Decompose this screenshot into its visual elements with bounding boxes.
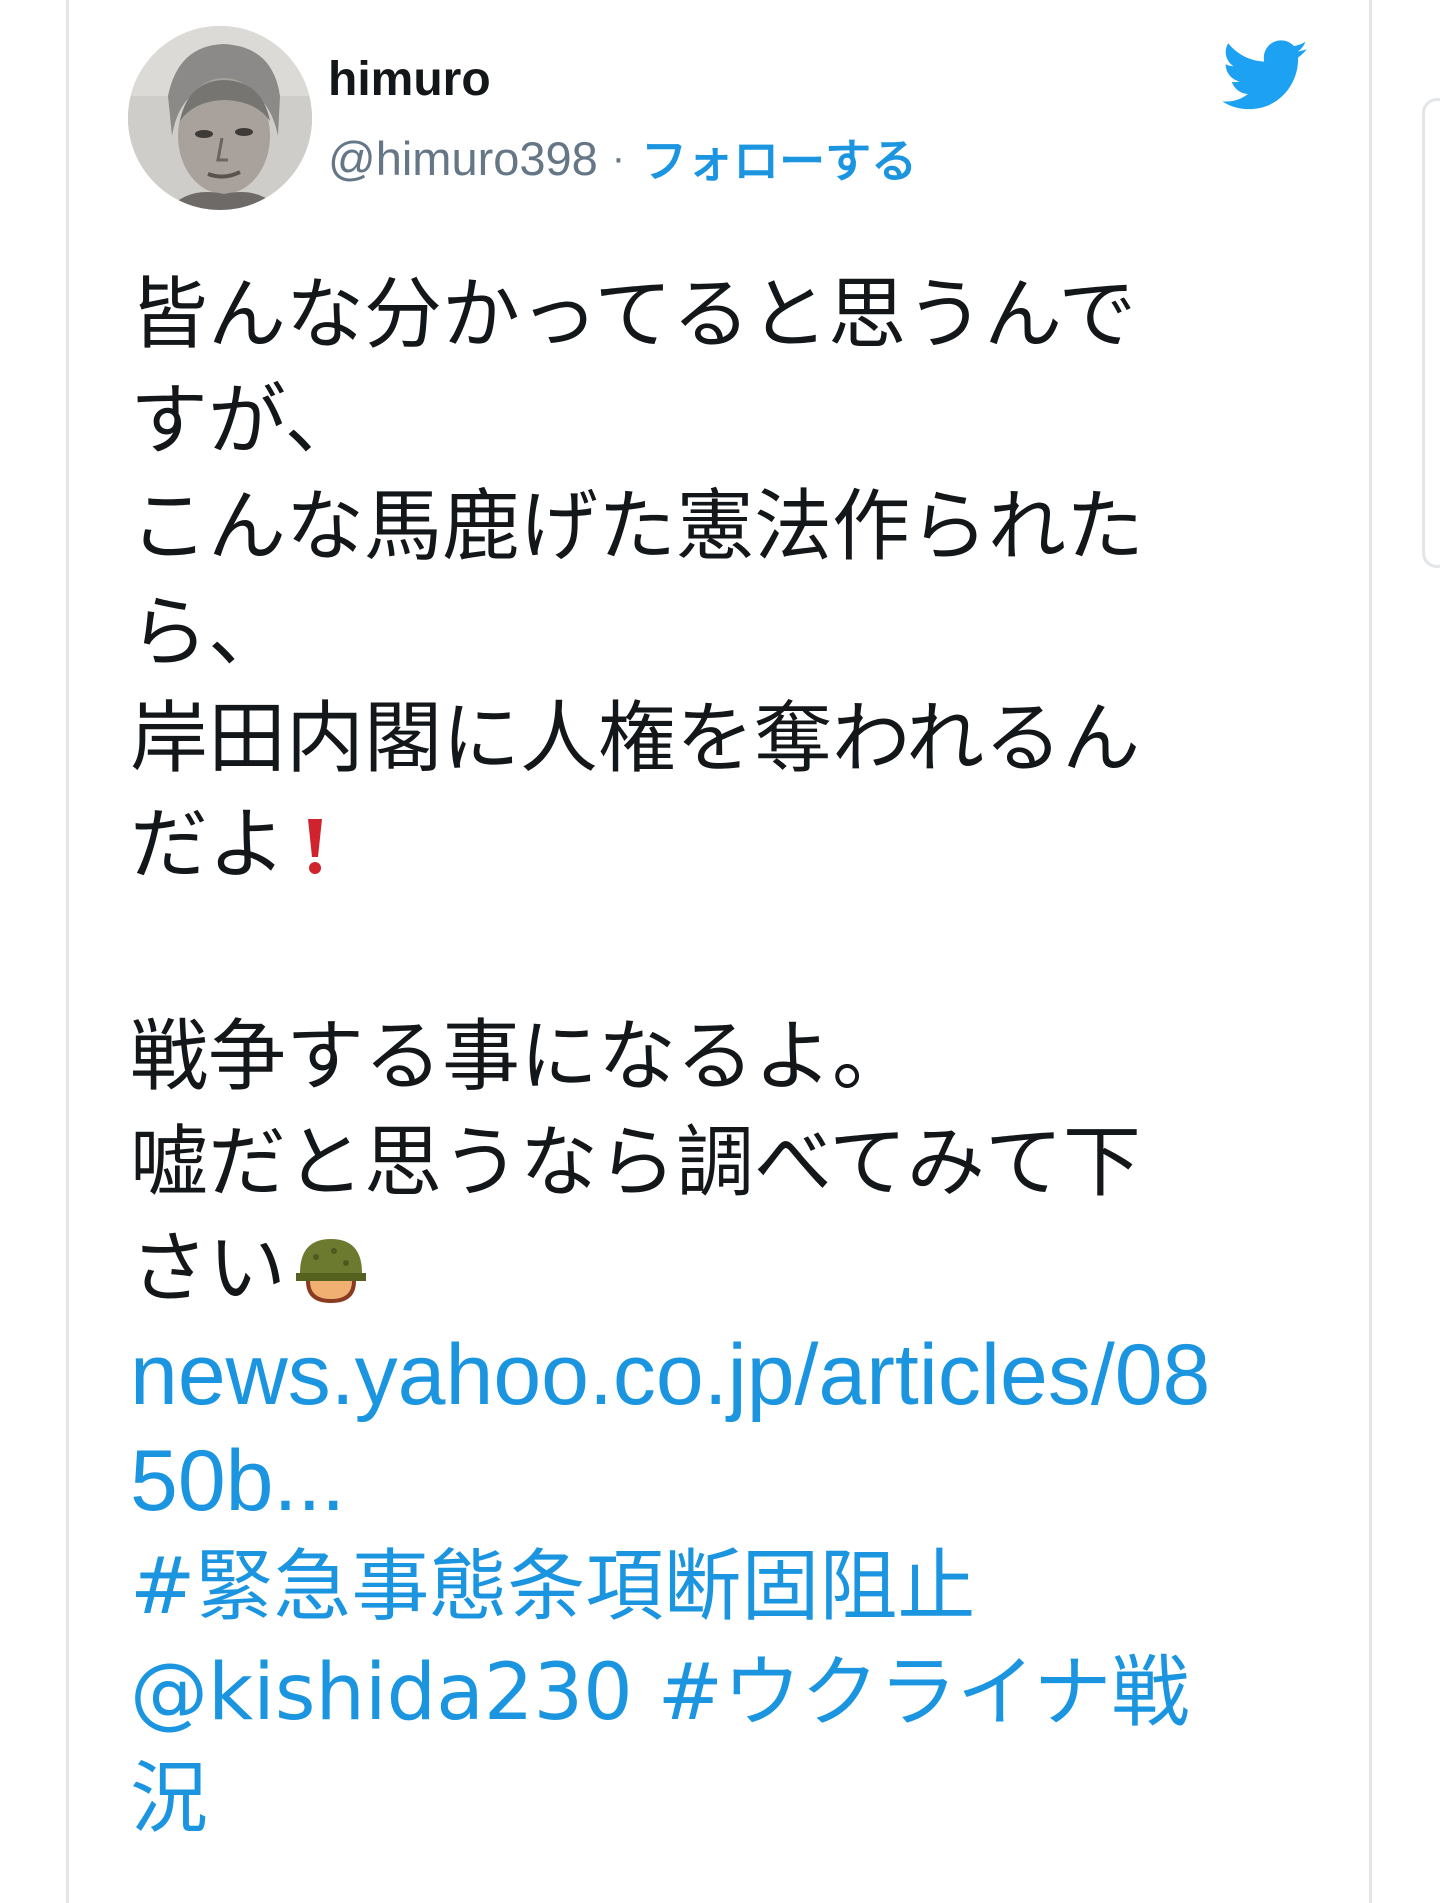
- page: himuro @himuro398 · フォローする 皆んな分かってると思うんで…: [0, 0, 1440, 1903]
- separator-dot: ·: [611, 135, 626, 180]
- article-link-continued[interactable]: 50b...: [130, 1428, 1310, 1534]
- tweet-text-line: 嘘だと思うなら調べてみて下: [130, 1118, 1141, 1208]
- tweet-text-line-with-emoji: さい: [130, 1216, 1310, 1322]
- tweet-text-line: 岸田内閣に人権を奪われるん: [130, 694, 1141, 784]
- article-link[interactable]: news.yahoo.co.jp/articles/08: [130, 1322, 1310, 1428]
- author-name[interactable]: himuro: [328, 52, 491, 108]
- tweet-text-line: こんな馬鹿げた憲法作られた: [130, 482, 1145, 572]
- mention-link[interactable]: @kishida230: [130, 1648, 633, 1738]
- avatar[interactable]: [128, 26, 312, 210]
- tweet-text-line: 戦争する事になるよ。: [130, 1012, 911, 1102]
- hashtag-link-continued[interactable]: 況: [130, 1754, 208, 1844]
- military-helmet-emoji-icon: [296, 1238, 367, 1303]
- red-exclamation-emoji-icon: [308, 818, 323, 874]
- twitter-bird-icon[interactable]: [1222, 40, 1310, 112]
- follow-button[interactable]: フォローする: [641, 125, 917, 191]
- author-handle[interactable]: @himuro398: [328, 131, 598, 186]
- mention-hashtag-line: @kishida230 #ウクライナ戦: [130, 1640, 1310, 1746]
- tweet-text-fragment: だよ: [130, 800, 287, 890]
- author-meta-row: @himuro398 · フォローする: [328, 125, 917, 191]
- tweet-text-line: すが、: [130, 376, 363, 466]
- adjacent-card-edge: [1422, 98, 1440, 568]
- tweet-text-line: ら、: [130, 588, 287, 678]
- hashtag-line: 況: [130, 1746, 1310, 1852]
- hashtag-link[interactable]: #緊急事態条項断固阻止: [130, 1542, 975, 1632]
- tweet-text-line: 皆んな分かってると思うんで: [130, 270, 1137, 360]
- hashtag-line: #緊急事態条項断固阻止: [130, 1534, 1310, 1640]
- tweet-text-line-with-emoji: だよ: [130, 792, 1310, 898]
- hashtag-link[interactable]: #ウクライナ戦: [658, 1648, 1190, 1738]
- tweet-text: 皆んな分かってると思うんで すが、 こんな馬鹿げた憲法作られた ら、 岸田内閣に…: [130, 262, 1310, 1852]
- avatar-photo-icon: [128, 26, 312, 210]
- tweet-text-fragment: さい: [130, 1224, 287, 1314]
